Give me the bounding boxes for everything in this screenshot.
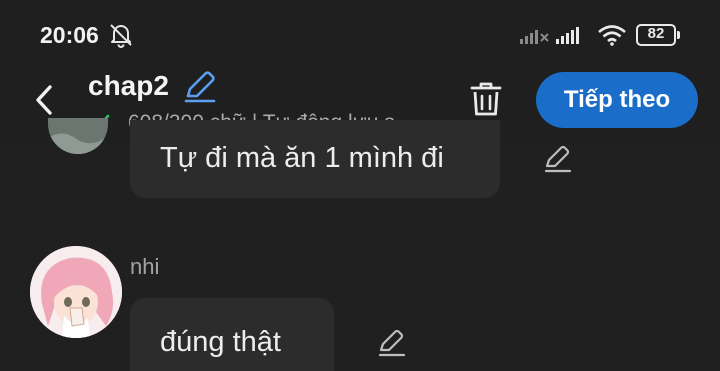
battery-icon: 82 <box>636 24 680 46</box>
back-icon[interactable] <box>30 82 60 118</box>
pencil-icon[interactable] <box>182 68 218 104</box>
status-bar: 20:06 82 <box>0 0 720 66</box>
edit-icon[interactable] <box>376 326 408 358</box>
message-bubble[interactable]: Tự đi mà ăn 1 mình đi <box>130 120 500 198</box>
status-time: 20:06 <box>40 22 99 48</box>
wifi-icon <box>598 25 626 46</box>
signal-icon <box>556 27 579 44</box>
avatar[interactable] <box>48 118 108 154</box>
author-name: nhi <box>130 254 160 279</box>
trash-icon[interactable] <box>466 78 506 120</box>
message-text: Tự đi mà ăn 1 mình đi <box>160 142 444 174</box>
signal-x-icon <box>520 30 549 44</box>
message-bubble[interactable]: đúng thật <box>130 298 334 371</box>
next-button[interactable]: Tiếp theo <box>536 72 698 128</box>
battery-level: 82 <box>647 25 665 42</box>
avatar[interactable] <box>30 246 122 338</box>
edit-icon[interactable] <box>542 142 574 174</box>
chapter-title: chap2 <box>88 70 169 101</box>
message-text: đúng thật <box>160 326 281 358</box>
bell-off-icon <box>110 24 132 48</box>
